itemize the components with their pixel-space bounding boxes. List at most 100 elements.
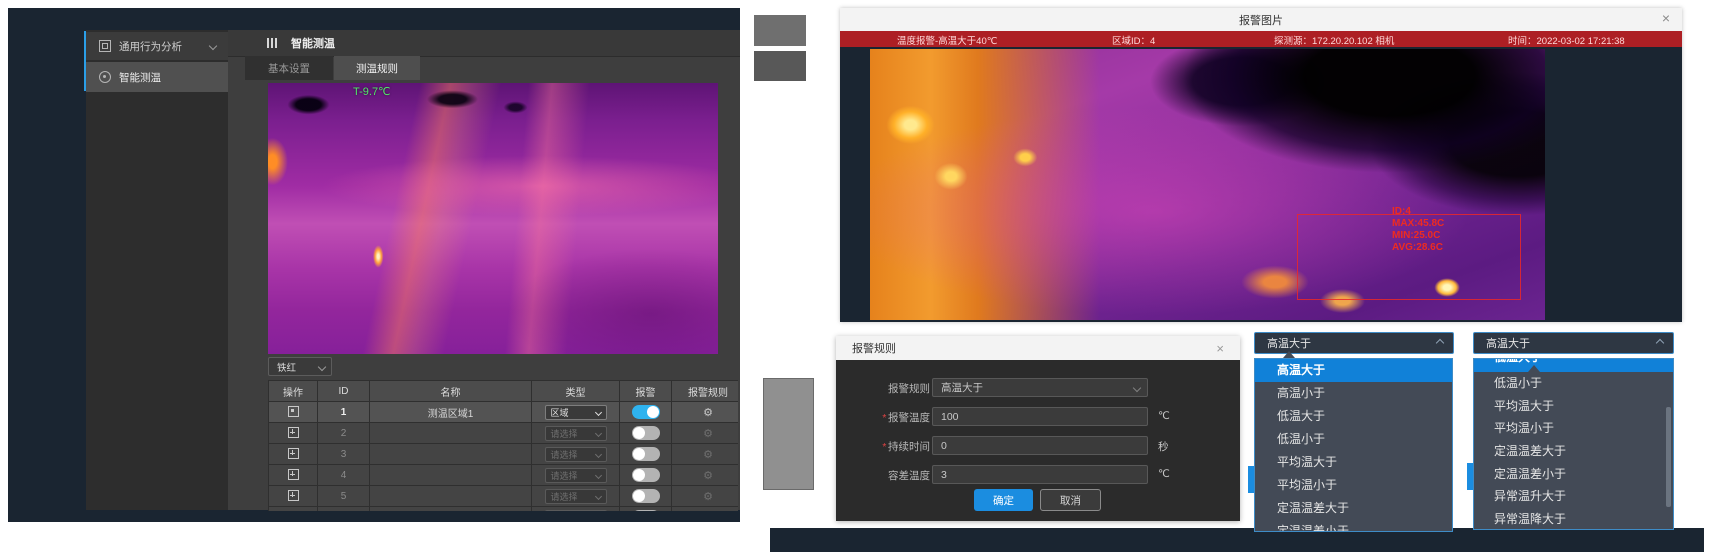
dropdown-option[interactable]: 平均温大于 xyxy=(1474,395,1673,418)
gear-icon[interactable]: ⚙ xyxy=(703,407,713,419)
chevron-down-icon xyxy=(209,42,217,50)
field-value: 高温大于 xyxy=(941,380,983,395)
dropdown-option[interactable]: 定温温差大于 xyxy=(1474,440,1673,463)
chevron-up-icon xyxy=(1656,339,1664,347)
dropdown-option[interactable]: 定温温差大于 xyxy=(1255,497,1452,520)
sidebar-item-label: 智能测温 xyxy=(119,70,161,85)
field-label: *报警温度 xyxy=(846,410,930,425)
table-column-header: 报警 xyxy=(620,381,672,402)
rule-field-row: *报警温度100 ℃ xyxy=(836,407,1240,426)
row-id: 4 xyxy=(318,465,370,486)
field-input[interactable]: 100 xyxy=(932,407,1148,426)
type-select[interactable]: 请选择 xyxy=(545,426,607,441)
module-title: 智能测温 xyxy=(291,35,335,51)
select-value: 高温大于 xyxy=(1267,335,1311,351)
type-select[interactable]: 请选择 xyxy=(545,447,607,462)
chevron-up-icon xyxy=(1436,339,1444,347)
field-select[interactable]: 高温大于 xyxy=(932,378,1148,397)
alarm-toggle[interactable] xyxy=(632,489,660,503)
row-id: 6 xyxy=(318,507,370,512)
alarm-toggle[interactable] xyxy=(632,426,660,440)
palette-select[interactable]: 铁红 xyxy=(268,357,332,376)
thermal-preview-image xyxy=(268,83,718,354)
alarm-toggle[interactable] xyxy=(632,405,660,419)
sidebar-group-behavior-analysis[interactable]: 通用行为分析 xyxy=(86,32,228,60)
tab-basic-settings[interactable]: 基本设置 xyxy=(245,56,333,80)
alarm-toggle[interactable] xyxy=(632,510,660,511)
palette-value: 铁红 xyxy=(277,360,296,374)
dropdown-option[interactable]: 异常温升大于 xyxy=(1474,485,1673,508)
dropdown-option[interactable]: 低温大于 xyxy=(1255,405,1452,428)
row-id: 3 xyxy=(318,444,370,465)
popup-caret xyxy=(1283,351,1295,358)
table-row: 6请选择⚙ xyxy=(269,507,739,512)
gear-icon[interactable]: ⚙ xyxy=(703,470,713,482)
screenshot-fragment xyxy=(754,51,806,81)
dropdown-option[interactable]: 平均温大于 xyxy=(1255,451,1452,474)
rule-type-options-a: 高温大于高温小于低温大于低温小于平均温大于平均温小于定温温差大于定温温差小于 xyxy=(1254,358,1453,532)
type-select[interactable]: 请选择 xyxy=(545,468,607,483)
dropdown-option[interactable]: 平均温小于 xyxy=(1255,474,1452,497)
rule-field-row: 容差温度3℃ xyxy=(836,465,1240,484)
screenshot-fragment xyxy=(1248,466,1254,493)
alert-bar-item: 区域ID：4 xyxy=(1112,33,1155,47)
type-select[interactable]: 请选择 xyxy=(545,510,607,512)
tab-thermometry-rules[interactable]: 测温规则 xyxy=(334,56,420,80)
chevron-down-icon xyxy=(594,450,601,457)
alarm-region-annotation: ID:4 MAX:45.8C MIN:25.0C AVG:28.6C xyxy=(1392,206,1444,254)
type-select[interactable]: 区域 xyxy=(545,405,607,420)
alert-bar-item: 时间：2022-03-02 17:21:38 xyxy=(1508,33,1625,47)
add-icon[interactable] xyxy=(288,448,299,459)
close-icon[interactable]: × xyxy=(1216,341,1224,356)
cancel-button[interactable]: 取消 xyxy=(1040,489,1101,511)
scrollbar-thumb[interactable] xyxy=(1666,407,1671,507)
alarm-toggle[interactable] xyxy=(632,447,660,461)
screenshot-canvas: 通用行为分析 智能测温 智能测温 基本设置 测温规则 T-9.7℃ 铁红 操作I… xyxy=(0,0,1712,559)
dropdown-option[interactable]: 高温大于 xyxy=(1255,359,1452,382)
table-row: 4 请选择 ⚙ xyxy=(269,465,739,486)
dropdown-option-label: 低温大于 xyxy=(1474,359,1673,365)
confirm-button[interactable]: 确定 xyxy=(974,489,1033,511)
type-value: 请选择 xyxy=(551,448,578,461)
add-icon[interactable] xyxy=(288,490,299,501)
alarm-rule-dialog xyxy=(836,336,1240,521)
alarm-toggle[interactable] xyxy=(632,468,660,482)
field-unit: ℃ xyxy=(1158,468,1170,480)
gear-icon[interactable]: ⚙ xyxy=(703,428,713,440)
region-icon[interactable] xyxy=(288,406,299,417)
required-asterisk: * xyxy=(882,441,886,453)
chevron-down-icon xyxy=(1133,383,1141,391)
dropdown-option[interactable]: 定温温差小于 xyxy=(1474,463,1673,486)
gear-icon[interactable]: ⚙ xyxy=(703,449,713,461)
rule-field-row: *持续时间0秒 xyxy=(836,436,1240,455)
dropdown-option[interactable]: 高温小于 xyxy=(1255,382,1452,405)
field-input[interactable]: 0 xyxy=(932,436,1148,455)
popup-caret xyxy=(1528,365,1540,372)
dropdown-option[interactable]: 低温小于 xyxy=(1474,372,1673,395)
dropdown-option[interactable]: 定温温差小于 xyxy=(1255,520,1452,532)
table-row: 2 请选择 ⚙ xyxy=(269,423,739,444)
close-icon[interactable]: × xyxy=(1662,10,1670,26)
rules-table: 操作ID名称类型报警报警规则 1测温区域1区域⚙2请选择⚙3请选择⚙4请选择⚙5… xyxy=(268,380,738,511)
add-icon[interactable] xyxy=(288,469,299,480)
sidebar-item-smart-thermometry[interactable]: 智能测温 xyxy=(86,62,228,92)
dropdown-option[interactable]: 低温小于 xyxy=(1255,428,1452,451)
rule-dialog-title: 报警规则 xyxy=(852,340,896,356)
table-column-header: 操作 xyxy=(269,381,318,402)
field-unit: ℃ xyxy=(1158,410,1170,422)
table-column-header: ID xyxy=(318,381,370,402)
gear-icon[interactable]: ⚙ xyxy=(703,491,713,503)
sidebar-group-label: 通用行为分析 xyxy=(119,39,182,54)
screenshot-fragment xyxy=(1467,463,1473,490)
row-id: 2 xyxy=(318,423,370,444)
dropdown-option-partial[interactable]: 低温大于 xyxy=(1474,359,1673,372)
field-input[interactable]: 3 xyxy=(932,465,1148,484)
dropdown-option[interactable]: 平均温小于 xyxy=(1474,417,1673,440)
type-select[interactable]: 请选择 xyxy=(545,489,607,504)
rule-type-select-b[interactable]: 高温大于 xyxy=(1473,332,1674,354)
select-value: 高温大于 xyxy=(1486,335,1530,351)
dropdown-option[interactable]: 异常温降大于 xyxy=(1474,508,1673,530)
add-icon[interactable] xyxy=(288,427,299,438)
type-value: 请选择 xyxy=(551,511,578,512)
field-label: *持续时间 xyxy=(846,439,930,454)
